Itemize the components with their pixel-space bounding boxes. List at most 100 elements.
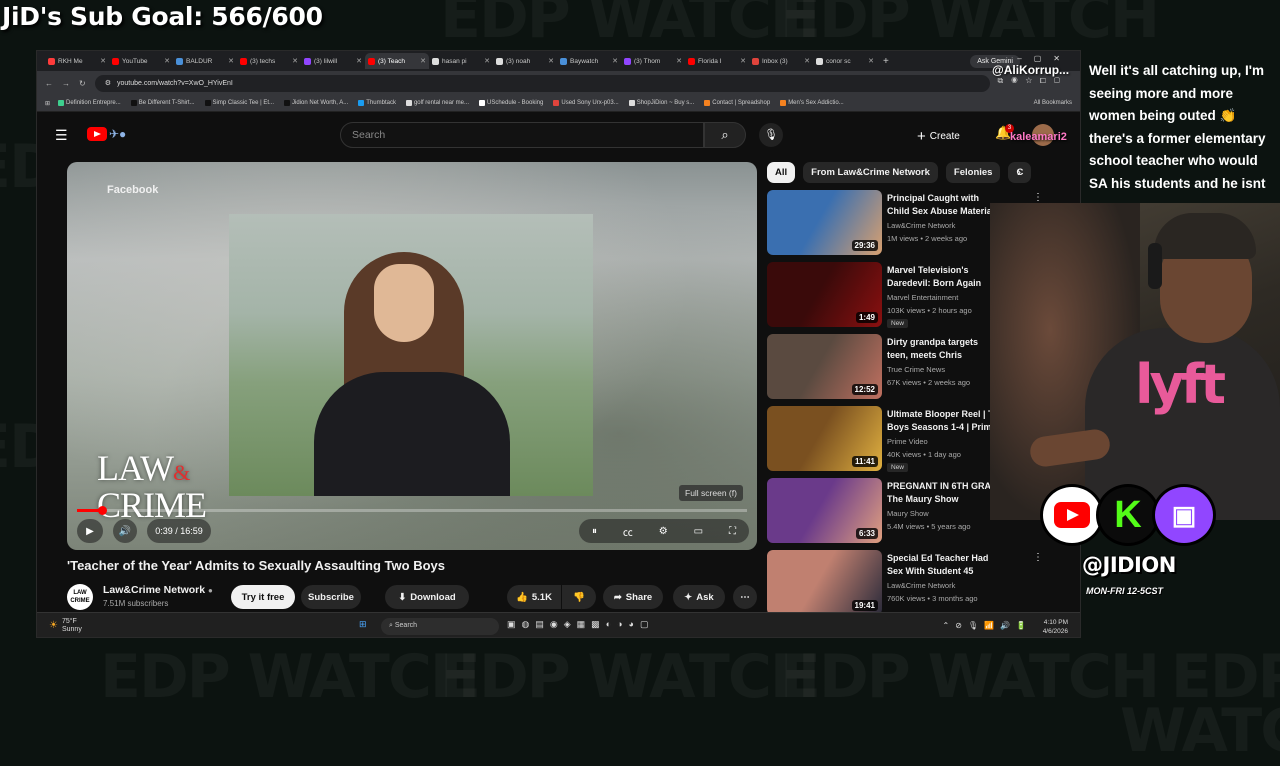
close-tab-icon[interactable]: ✕ — [228, 57, 234, 65]
close-tab-icon[interactable]: ✕ — [484, 57, 490, 65]
channel-name[interactable]: True Crime News — [887, 365, 945, 374]
close-tab-icon[interactable]: ✕ — [612, 57, 618, 65]
settings-icon[interactable]: ⚙ — [659, 526, 668, 537]
close-tab-icon[interactable]: ✕ — [292, 57, 298, 65]
more-options-icon[interactable]: ⋮ — [1033, 192, 1043, 203]
extension-icons[interactable]: ⧉◉☆⧠▢ — [997, 76, 1068, 86]
close-tab-icon[interactable]: ✕ — [868, 57, 874, 65]
bookmark-item[interactable]: Simp Classic Tee | Et... — [204, 100, 274, 106]
window-controls[interactable]: –▢✕ — [1017, 54, 1072, 63]
close-tab-icon[interactable]: ✕ — [548, 57, 554, 65]
create-button[interactable]: + Create — [917, 125, 960, 147]
pinned-app-icons[interactable]: ▣◍▤◉◈▦▩◐◑◕▢ — [507, 619, 654, 630]
video-title[interactable]: PREGNANT IN 6TH GRA The Maury Show — [887, 480, 995, 507]
theater-icon[interactable]: ▭ — [694, 526, 703, 537]
menu-icon[interactable]: ☰ — [55, 127, 68, 144]
filter-chip[interactable]: All — [767, 162, 796, 183]
play-button[interactable]: ▶ — [77, 519, 103, 543]
more-options-icon[interactable]: ⋮ — [1033, 552, 1043, 563]
video-thumbnail[interactable]: 6:33 — [767, 478, 882, 543]
bookmark-item[interactable]: Be Different T-Shirt... — [130, 100, 195, 106]
browser-tab[interactable]: (3) noah ✕ — [493, 53, 557, 69]
browser-tab[interactable]: Florida I ✕ — [685, 53, 749, 69]
browser-tab[interactable]: (3) Thom ✕ — [621, 53, 685, 69]
search-input[interactable]: Search — [340, 122, 704, 148]
channel-name[interactable]: Maury Show — [887, 509, 929, 518]
bookmark-item[interactable]: ShopJiDion ~ Buy s... — [628, 100, 694, 106]
bookmark-item[interactable]: golf rental near me... — [405, 100, 469, 106]
bookmark-item[interactable]: Used Sony Urx-p03... — [553, 100, 619, 106]
chevron-right-icon[interactable]: › — [1017, 165, 1021, 179]
volume-icon[interactable]: 🔊 — [113, 519, 137, 543]
channel-name[interactable]: Law&Crime Network — [887, 581, 955, 590]
video-thumbnail[interactable]: 12:52 — [767, 334, 882, 399]
youtube-logo[interactable] — [87, 127, 107, 141]
browser-tab[interactable]: Inbox (3) ✕ — [749, 53, 813, 69]
close-tab-icon[interactable]: ✕ — [420, 57, 426, 65]
share-button[interactable]: ➦ Share — [603, 585, 663, 609]
channel-name[interactable]: Prime Video — [887, 437, 928, 446]
browser-tab[interactable]: RKH Me ✕ — [45, 53, 109, 69]
browser-tab[interactable]: (3) lilwill ✕ — [301, 53, 365, 69]
video-player[interactable]: Facebook LAW& CRIME Full screen (f) ▶ 🔊 0… — [67, 162, 757, 550]
system-tray-icons[interactable]: ⌃⊘🎙📶🔊🔋 — [943, 621, 1032, 630]
url-field[interactable]: ⚙ youtube.com/watch?v=XwO_HYivEnI — [94, 74, 990, 92]
bookmark-item[interactable]: Jidion Net Worth, A... — [284, 100, 348, 106]
bookmark-item[interactable]: USchedule - Booking — [478, 100, 543, 106]
try-free-button[interactable]: Try it free — [231, 585, 295, 609]
like-button[interactable]: 👍 5.1K — [507, 585, 561, 609]
close-tab-icon[interactable]: ✕ — [164, 57, 170, 65]
bookmark-item[interactable]: Men's Sex Addictio... — [780, 100, 844, 106]
video-title[interactable]: Dirty grandpa targets teen, meets Chris … — [887, 336, 995, 363]
video-thumbnail[interactable]: 29:36 — [767, 190, 882, 255]
taskbar-search[interactable]: ⌕ Search — [381, 618, 499, 635]
video-thumbnail[interactable]: 19:41 — [767, 550, 882, 615]
all-bookmarks-button[interactable]: All Bookmarks — [1034, 100, 1080, 106]
channel-name[interactable]: Marvel Entertainment — [887, 293, 958, 302]
mic-icon[interactable]: 🎙 — [759, 123, 783, 147]
browser-tab[interactable]: hasan pi ✕ — [429, 53, 493, 69]
autoplay-icon[interactable]: ⏸ — [592, 526, 597, 537]
filter-chip[interactable]: From Law&Crime Network — [803, 162, 938, 183]
bookmark-item[interactable]: Definition Entrepre... — [58, 100, 121, 106]
captions-icon[interactable]: ㏄ — [623, 524, 633, 539]
browser-tab[interactable]: BALDUR ✕ — [173, 53, 237, 69]
weather-widget[interactable]: ☀ 75°F Sunny — [49, 618, 82, 634]
browser-tab[interactable]: Baywatch ✕ — [557, 53, 621, 69]
forward-icon[interactable]: → — [62, 79, 70, 88]
more-actions-button[interactable]: ⋯ — [733, 585, 757, 609]
browser-tab[interactable]: (3) techs ✕ — [237, 53, 301, 69]
close-tab-icon[interactable]: ✕ — [676, 57, 682, 65]
close-tab-icon[interactable]: ✕ — [356, 57, 362, 65]
back-icon[interactable]: ← — [45, 79, 53, 88]
recommended-video[interactable]: 19:41 Special Ed Teacher Had Sex With Stu… — [767, 550, 1072, 616]
new-tab-button[interactable]: + — [883, 56, 889, 67]
close-tab-icon[interactable]: ✕ — [740, 57, 746, 65]
video-title[interactable]: Ultimate Blooper Reel | T Boys Seasons 1… — [887, 408, 995, 435]
reload-icon[interactable]: ↻ — [79, 79, 86, 88]
progress-bar[interactable] — [77, 506, 747, 515]
channel-logo[interactable]: LAW CRIME — [67, 584, 93, 610]
ask-button[interactable]: ✦ Ask — [673, 585, 725, 609]
bookmark-item[interactable]: Thumbtack — [358, 100, 396, 106]
video-title[interactable]: Marvel Television's Daredevil: Born Agai… — [887, 264, 995, 291]
close-tab-icon[interactable]: ✕ — [100, 57, 106, 65]
browser-tab[interactable]: YouTube ✕ — [109, 53, 173, 69]
bookmark-item[interactable]: Contact | Spreadshop — [704, 100, 770, 106]
start-icon[interactable]: ⊞ — [359, 619, 373, 630]
video-thumbnail[interactable]: 11:41 — [767, 406, 882, 471]
fullscreen-icon[interactable]: ⛶ — [729, 526, 736, 537]
search-icon[interactable]: ⌕ — [704, 122, 746, 148]
video-thumbnail[interactable]: 1:49 — [767, 262, 882, 327]
video-title[interactable]: Special Ed Teacher Had Sex With Student … — [887, 552, 995, 579]
dislike-button[interactable]: 👎 — [562, 585, 596, 609]
browser-tab[interactable]: (3) Teach ✕ — [365, 53, 429, 69]
site-info-icon[interactable]: ⚙ — [105, 79, 111, 87]
channel-name[interactable]: Law&Crime Network — [887, 221, 955, 230]
browser-tab[interactable]: conor sc ✕ — [813, 53, 877, 69]
video-title[interactable]: Principal Caught with Child Sex Abuse Ma… — [887, 192, 995, 219]
close-tab-icon[interactable]: ✕ — [804, 57, 810, 65]
apps-icon[interactable]: ⊞ — [45, 100, 50, 107]
download-button[interactable]: ⬇ Download — [385, 585, 469, 609]
subscribe-button[interactable]: Subscribe — [301, 585, 361, 609]
